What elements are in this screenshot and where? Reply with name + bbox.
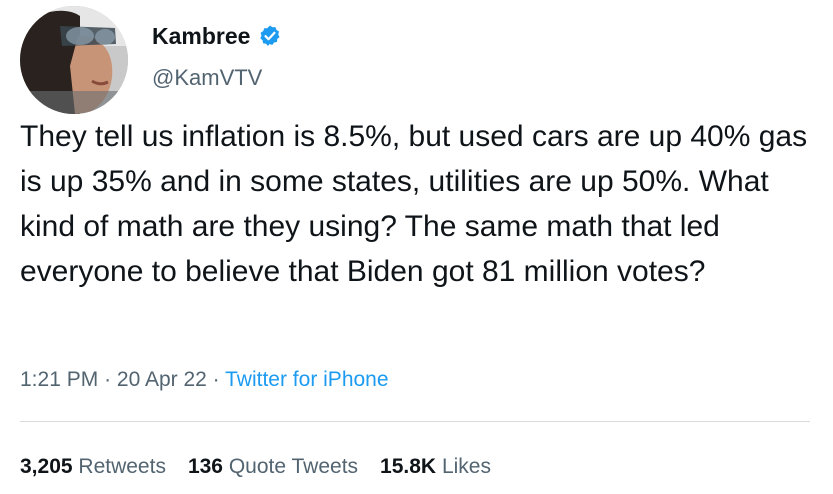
user-handle[interactable]: @KamVTV (152, 64, 262, 92)
meta-separator: · (104, 368, 112, 391)
tweet-time[interactable]: 1:21 PM (20, 368, 98, 391)
meta-separator: · (212, 368, 220, 391)
likes-label: Likes (441, 455, 491, 478)
retweets-label: Retweets (78, 455, 166, 478)
retweets-count: 3,205 (20, 455, 73, 478)
likes-stat[interactable]: 15.8K Likes (380, 453, 491, 481)
tweet-stats: 3,205 Retweets 136 Quote Tweets 15.8K Li… (20, 453, 491, 481)
avatar[interactable] (20, 6, 128, 114)
quote-tweets-label: Quote Tweets (228, 455, 359, 478)
tweet-date[interactable]: 20 Apr 22 (117, 368, 207, 391)
tweet-text: They tell us inflation is 8.5%, but used… (20, 120, 808, 288)
quote-tweets-stat[interactable]: 136 Quote Tweets (188, 453, 358, 481)
tweet-card: Kambree @KamVTV They tell us inflation i… (0, 0, 833, 494)
author-name-row: Kambree (152, 22, 282, 50)
quote-tweets-count: 136 (187, 455, 223, 478)
tweet-source-link[interactable]: Twitter for iPhone (225, 368, 388, 391)
verified-badge-icon (258, 24, 282, 48)
display-name[interactable]: Kambree (152, 22, 250, 50)
likes-count: 15.8K (380, 455, 437, 478)
avatar-photo (20, 6, 128, 114)
tweet-meta: 1:21 PM · 20 Apr 22 · Twitter for iPhone (20, 366, 389, 394)
divider (20, 421, 810, 422)
retweets-stat[interactable]: 3,205 Retweets (20, 453, 166, 481)
